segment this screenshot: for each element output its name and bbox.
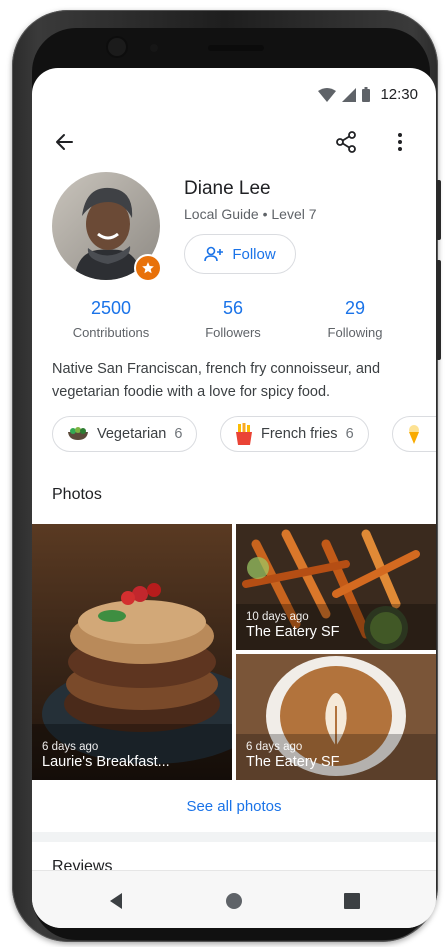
stat-value: 2500 (90, 298, 132, 318)
status-icons: 12:30 (318, 86, 418, 103)
battery-icon (362, 87, 371, 102)
photo-time: 6 days ago (246, 741, 303, 753)
chip-vegetarian[interactable]: Vegetarian 6 (52, 416, 198, 452)
stat-value: 56 (222, 298, 244, 318)
front-camera (108, 38, 126, 56)
photo-time: 10 days ago (246, 611, 309, 623)
profile-bio: Native San Franciscan, french fry connoi… (52, 361, 381, 400)
stat-contributions[interactable]: 2500 Contributions (56, 298, 166, 340)
section-divider (32, 832, 436, 842)
back-button[interactable] (46, 124, 82, 160)
photo-place: The Eatery SF (246, 624, 340, 640)
chip-label: French fries (261, 426, 338, 442)
stat-label: Followers (205, 325, 261, 340)
nav-home-button[interactable] (222, 889, 246, 913)
avatar-container[interactable] (52, 172, 162, 282)
nav-back-button[interactable] (104, 889, 128, 913)
volume-button (436, 260, 441, 360)
follow-button[interactable]: Follow (184, 234, 296, 274)
photo-time: 6 days ago (42, 741, 99, 753)
sensor (150, 44, 158, 52)
stat-label: Contributions (72, 325, 150, 340)
signal-icon (342, 87, 357, 102)
nav-home-icon (226, 893, 242, 909)
chip-count: 6 (345, 426, 354, 442)
photo-caption: 6 days ago Laurie's Breakfast... (42, 741, 170, 770)
back-arrow-icon (56, 134, 73, 150)
nav-recents-button[interactable] (340, 889, 364, 913)
ice-cream-icon (409, 425, 419, 444)
see-all-photos-button[interactable]: See all photos (32, 780, 436, 832)
chip-count: 6 (174, 426, 183, 442)
more-options-button[interactable] (382, 124, 418, 160)
photos-title: Photos (52, 486, 102, 503)
star-icon (142, 262, 154, 274)
nav-back-icon (110, 893, 122, 909)
system-nav-bar (32, 870, 436, 928)
earpiece-speaker (208, 45, 264, 51)
photo-caption: 10 days ago The Eatery SF (246, 611, 339, 640)
guide-badge (134, 254, 162, 282)
stat-following[interactable]: 29 Following (300, 298, 410, 340)
chip-label: Vegetarian (97, 426, 167, 442)
stat-value: 29 (344, 298, 366, 318)
chip-ice-cream[interactable] (392, 416, 436, 452)
photo-caption: 6 days ago The Eatery SF (246, 741, 339, 770)
power-button (436, 180, 441, 240)
photo-coffee[interactable]: 6 days ago The Eatery SF (236, 654, 436, 780)
screen: 12:30 Diane Lee Local Guide • Level 7 Fo… (32, 68, 436, 928)
french-fries-icon (236, 423, 252, 445)
photo-fries[interactable]: 10 days ago The Eatery SF (236, 524, 436, 650)
status-bar: 12:30 (32, 68, 436, 108)
app-bar (32, 122, 436, 162)
photo-place: The Eatery SF (246, 754, 340, 770)
nav-recents-icon (344, 893, 360, 909)
profile-level: Local Guide • Level 7 (184, 206, 317, 222)
status-time: 12:30 (380, 86, 418, 103)
profile-name: Diane Lee (184, 178, 271, 199)
share-button[interactable] (328, 124, 364, 160)
share-icon (336, 131, 356, 153)
photo-breakfast[interactable]: 6 days ago Laurie's Breakfast... (32, 524, 232, 780)
salad-bowl-icon (68, 427, 88, 440)
chip-french-fries[interactable]: French fries 6 (220, 416, 369, 452)
follow-label: Follow (232, 245, 276, 263)
stat-followers[interactable]: 56 Followers (178, 298, 288, 340)
wifi-icon (318, 87, 337, 102)
photo-place: Laurie's Breakfast... (42, 754, 170, 770)
person-add-icon (204, 246, 224, 262)
more-vert-icon (398, 133, 402, 151)
stat-label: Following (327, 325, 383, 340)
